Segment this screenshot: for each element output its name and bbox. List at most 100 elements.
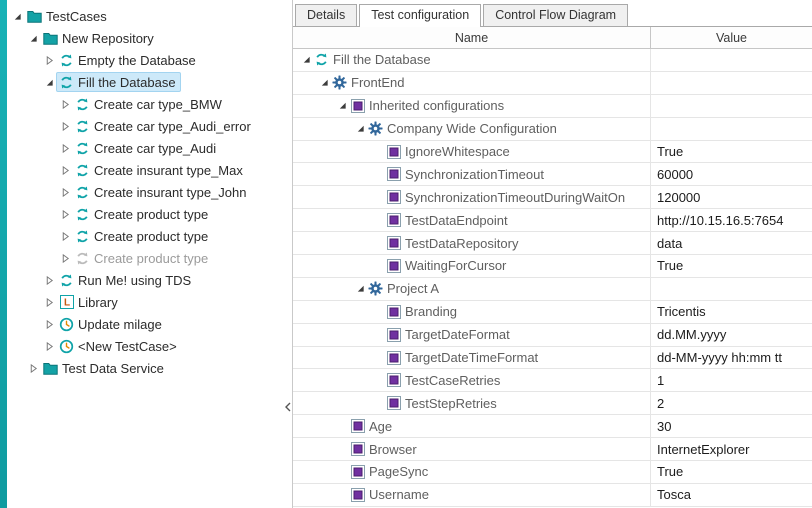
config-value-cell[interactable]: True	[651, 461, 812, 483]
tree-item-content[interactable]: <New TestCase>	[56, 336, 182, 356]
config-value-cell[interactable]: True	[651, 141, 812, 163]
tree-item[interactable]: Create product type	[7, 247, 283, 269]
config-row[interactable]: TestCaseRetries 1	[293, 369, 812, 392]
expand-expander-icon[interactable]	[42, 53, 56, 67]
tree-item[interactable]: <New TestCase>	[7, 335, 283, 357]
tree-item-content[interactable]: Create insurant type_John	[72, 182, 251, 202]
expand-expander-icon[interactable]	[58, 119, 72, 133]
config-row[interactable]: Company Wide Configuration	[293, 118, 812, 141]
config-row[interactable]: SynchronizationTimeoutDuringWaitOn 12000…	[293, 186, 812, 209]
config-row[interactable]: FrontEnd	[293, 72, 812, 95]
expand-expander-icon[interactable]	[42, 317, 56, 331]
config-value-cell[interactable]: dd.MM.yyyy	[651, 324, 812, 346]
config-name-cell[interactable]: TargetDateTimeFormat	[293, 347, 651, 369]
tree-item[interactable]: Create car type_Audi	[7, 137, 283, 159]
collapse-expander-icon[interactable]	[26, 31, 40, 45]
config-name-cell[interactable]: Company Wide Configuration	[293, 118, 651, 140]
tree-item-content[interactable]: Create product type	[72, 226, 213, 246]
expand-expander-icon[interactable]	[42, 339, 56, 353]
tree-item-content[interactable]: Create insurant type_Max	[72, 160, 248, 180]
config-value-cell[interactable]	[651, 278, 812, 300]
collapse-expander-icon[interactable]	[353, 282, 367, 296]
expand-expander-icon[interactable]	[58, 251, 72, 265]
config-value-cell[interactable]: Tricentis	[651, 301, 812, 323]
config-row[interactable]: TestDataEndpoint http://10.15.16.5:7654	[293, 209, 812, 232]
tree-item-content[interactable]: Update milage	[56, 314, 167, 334]
config-row[interactable]: Username Tosca	[293, 484, 812, 507]
chevron-left-icon[interactable]	[283, 398, 293, 416]
tree-item-content[interactable]: L Library	[56, 292, 123, 312]
config-value-cell[interactable]: 60000	[651, 163, 812, 185]
tree-item[interactable]: L Library	[7, 291, 283, 313]
tree-item[interactable]: Create insurant type_Max	[7, 159, 283, 181]
panel-splitter[interactable]	[283, 0, 293, 508]
expand-expander-icon[interactable]	[58, 185, 72, 199]
config-name-cell[interactable]: Age	[293, 415, 651, 437]
config-value-cell[interactable]: 2	[651, 392, 812, 414]
config-value-cell[interactable]: http://10.15.16.5:7654	[651, 209, 812, 231]
expand-expander-icon[interactable]	[26, 361, 40, 375]
config-row[interactable]: Inherited configurations	[293, 95, 812, 118]
config-name-cell[interactable]: TargetDateFormat	[293, 324, 651, 346]
collapse-expander-icon[interactable]	[353, 122, 367, 136]
config-value-cell[interactable]: Tosca	[651, 484, 812, 506]
collapse-expander-icon[interactable]	[299, 53, 313, 67]
config-row[interactable]: TargetDateFormat dd.MM.yyyy	[293, 324, 812, 347]
column-header-value[interactable]: Value	[651, 27, 812, 48]
tree-item-content[interactable]: New Repository	[40, 28, 159, 48]
config-value-cell[interactable]: 30	[651, 415, 812, 437]
config-name-cell[interactable]: SynchronizationTimeout	[293, 163, 651, 185]
config-row[interactable]: TestStepRetries 2	[293, 392, 812, 415]
tree-item[interactable]: Create product type	[7, 225, 283, 247]
expand-expander-icon[interactable]	[42, 295, 56, 309]
config-value-cell[interactable]: 1	[651, 369, 812, 391]
tree-item-content[interactable]: Create car type_BMW	[72, 94, 227, 114]
config-name-cell[interactable]: Inherited configurations	[293, 95, 651, 117]
tree-item[interactable]: TestCases	[7, 5, 283, 27]
tab-details[interactable]: Details	[295, 4, 357, 26]
tree-item[interactable]: Create insurant type_John	[7, 181, 283, 203]
config-value-cell[interactable]: data	[651, 232, 812, 254]
tree-item[interactable]: New Repository	[7, 27, 283, 49]
config-row[interactable]: TargetDateTimeFormat dd-MM-yyyy hh:mm tt	[293, 347, 812, 370]
tree-item-content[interactable]: Empty the Database	[56, 50, 201, 70]
config-row[interactable]: WaitingForCursor True	[293, 255, 812, 278]
tree-item[interactable]: Update milage	[7, 313, 283, 335]
config-row[interactable]: Project A	[293, 278, 812, 301]
config-name-cell[interactable]: TestDataEndpoint	[293, 209, 651, 231]
config-name-cell[interactable]: TestCaseRetries	[293, 369, 651, 391]
tree-item-content[interactable]: Fill the Database	[56, 72, 181, 92]
config-row[interactable]: Fill the Database	[293, 49, 812, 72]
config-name-cell[interactable]: TestStepRetries	[293, 392, 651, 414]
column-header-name[interactable]: Name	[293, 27, 651, 48]
tree-item-content[interactable]: Create car type_Audi_error	[72, 116, 256, 136]
tree-item-content[interactable]: TestCases	[24, 6, 112, 26]
config-name-cell[interactable]: Project A	[293, 278, 651, 300]
config-name-cell[interactable]: WaitingForCursor	[293, 255, 651, 277]
tree-item[interactable]: Test Data Service	[7, 357, 283, 379]
tree-item[interactable]: Fill the Database	[7, 71, 283, 93]
expand-expander-icon[interactable]	[58, 229, 72, 243]
tree-item[interactable]: Create car type_Audi_error	[7, 115, 283, 137]
tree-item-content[interactable]: Run Me! using TDS	[56, 270, 196, 290]
config-row[interactable]: TestDataRepository data	[293, 232, 812, 255]
config-row[interactable]: PageSync True	[293, 461, 812, 484]
config-value-cell[interactable]: dd-MM-yyyy hh:mm tt	[651, 347, 812, 369]
tree-item-content[interactable]: Create car type_Audi	[72, 138, 221, 158]
config-name-cell[interactable]: Fill the Database	[293, 49, 651, 71]
tree-item[interactable]: Create car type_BMW	[7, 93, 283, 115]
tree-item[interactable]: Create product type	[7, 203, 283, 225]
config-value-cell[interactable]	[651, 49, 812, 71]
expand-expander-icon[interactable]	[42, 273, 56, 287]
config-value-cell[interactable]: 120000	[651, 186, 812, 208]
expand-expander-icon[interactable]	[58, 207, 72, 221]
config-name-cell[interactable]: IgnoreWhitespace	[293, 141, 651, 163]
tab-test-configuration[interactable]: Test configuration	[359, 4, 481, 27]
config-name-cell[interactable]: Username	[293, 484, 651, 506]
config-row[interactable]: SynchronizationTimeout 60000	[293, 163, 812, 186]
config-name-cell[interactable]: FrontEnd	[293, 72, 651, 94]
config-row[interactable]: IgnoreWhitespace True	[293, 141, 812, 164]
expand-expander-icon[interactable]	[58, 141, 72, 155]
collapse-expander-icon[interactable]	[10, 9, 24, 23]
expand-expander-icon[interactable]	[58, 97, 72, 111]
